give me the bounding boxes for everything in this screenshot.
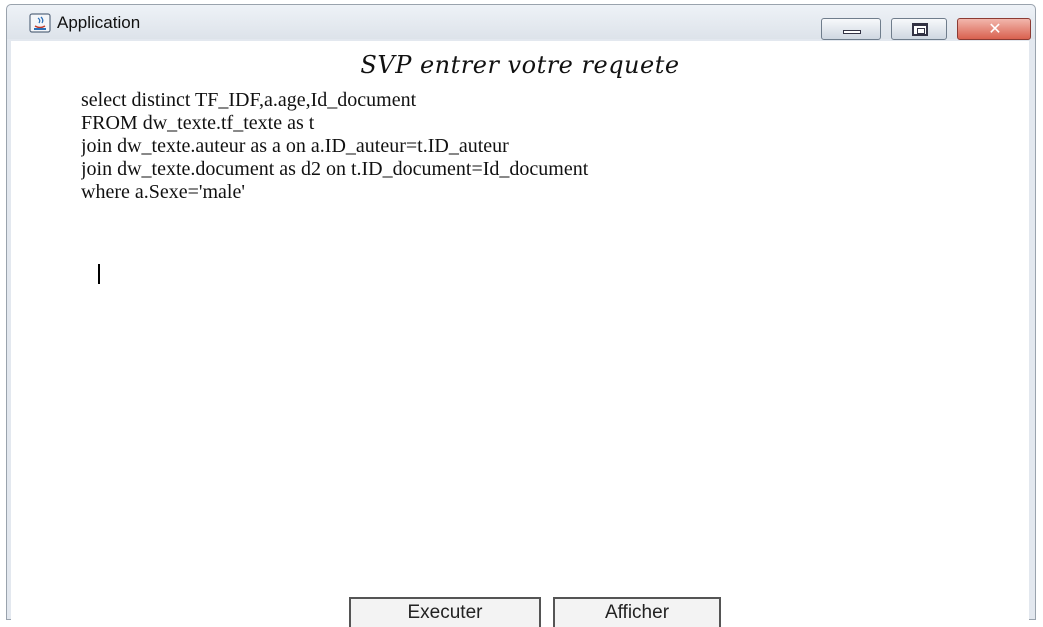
window-title: Application [57,13,141,32]
maximize-icon [912,23,928,36]
text-cursor [98,264,100,284]
show-button[interactable]: Afficher [553,597,721,627]
java-app-icon [29,13,51,33]
main-panel: SVP entrer votre requete select distinct… [11,41,1029,627]
execute-button[interactable]: Executer [349,597,541,627]
page-title: SVP entrer votre requete [360,51,680,79]
minimize-icon [843,30,861,34]
minimize-button[interactable] [821,18,881,40]
application-window: Application ✕ SVP entrer votre requete s… [6,4,1036,627]
title-bar[interactable]: Application ✕ [7,5,1035,40]
close-icon: ✕ [988,19,1002,38]
maximize-button[interactable] [891,18,947,40]
close-button[interactable]: ✕ [957,18,1031,40]
query-textarea[interactable]: select distinct TF_IDF,a.age,Id_document… [81,89,1011,589]
